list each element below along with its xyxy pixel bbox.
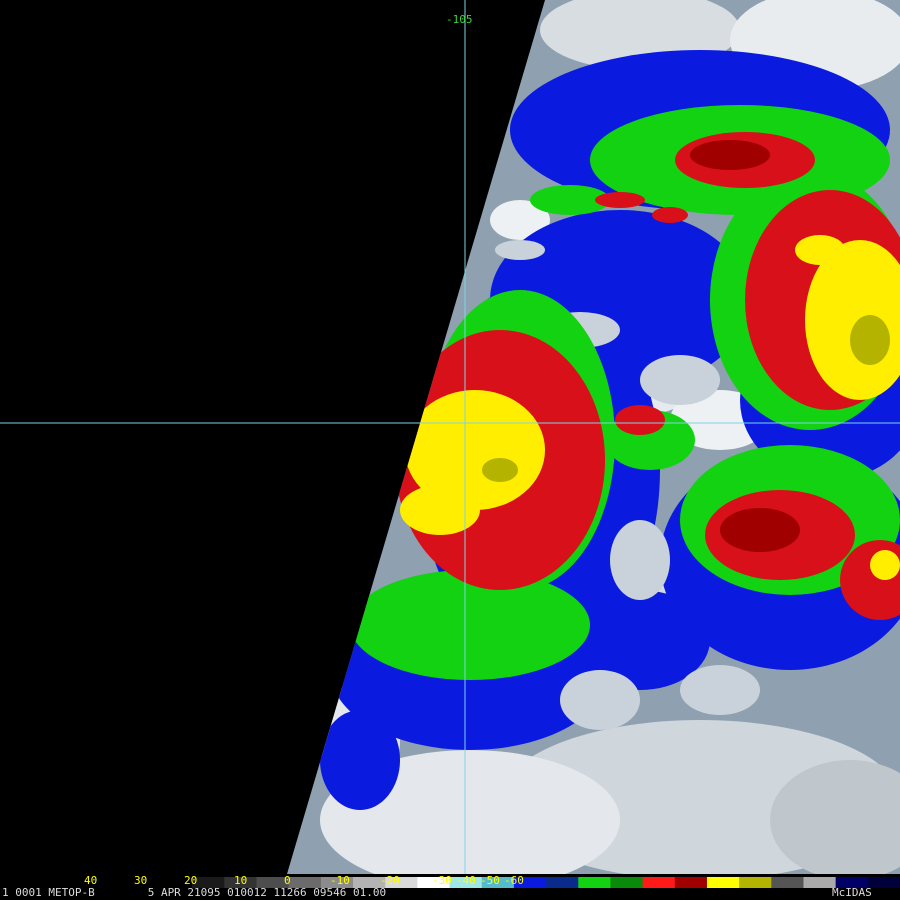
colorbar-swatch bbox=[642, 877, 676, 888]
colorbar-swatch bbox=[578, 877, 611, 888]
colorbar-swatch bbox=[674, 877, 708, 888]
longitude-label: -105 bbox=[446, 13, 473, 26]
colorbar-swatch bbox=[546, 877, 579, 888]
mcidas-brand: McIDAS bbox=[832, 886, 872, 899]
colorbar-swatch bbox=[739, 877, 772, 888]
colorbar-swatch bbox=[771, 877, 804, 888]
colorbar-tick-label: -60 bbox=[504, 874, 524, 887]
satellite-image bbox=[0, 0, 900, 900]
image-metadata-line: 1 0001 METOP-B 5 APR 21095 010012 11266 … bbox=[2, 886, 387, 899]
colorbar-swatch bbox=[867, 877, 900, 888]
colorbar-swatch bbox=[610, 877, 644, 888]
colorbar-tick-label: -40 bbox=[456, 874, 476, 887]
colorbar-tick-label: -50 bbox=[480, 874, 500, 887]
colorbar-tick-label: -30 bbox=[432, 874, 452, 887]
colorbar-swatch bbox=[706, 877, 740, 888]
